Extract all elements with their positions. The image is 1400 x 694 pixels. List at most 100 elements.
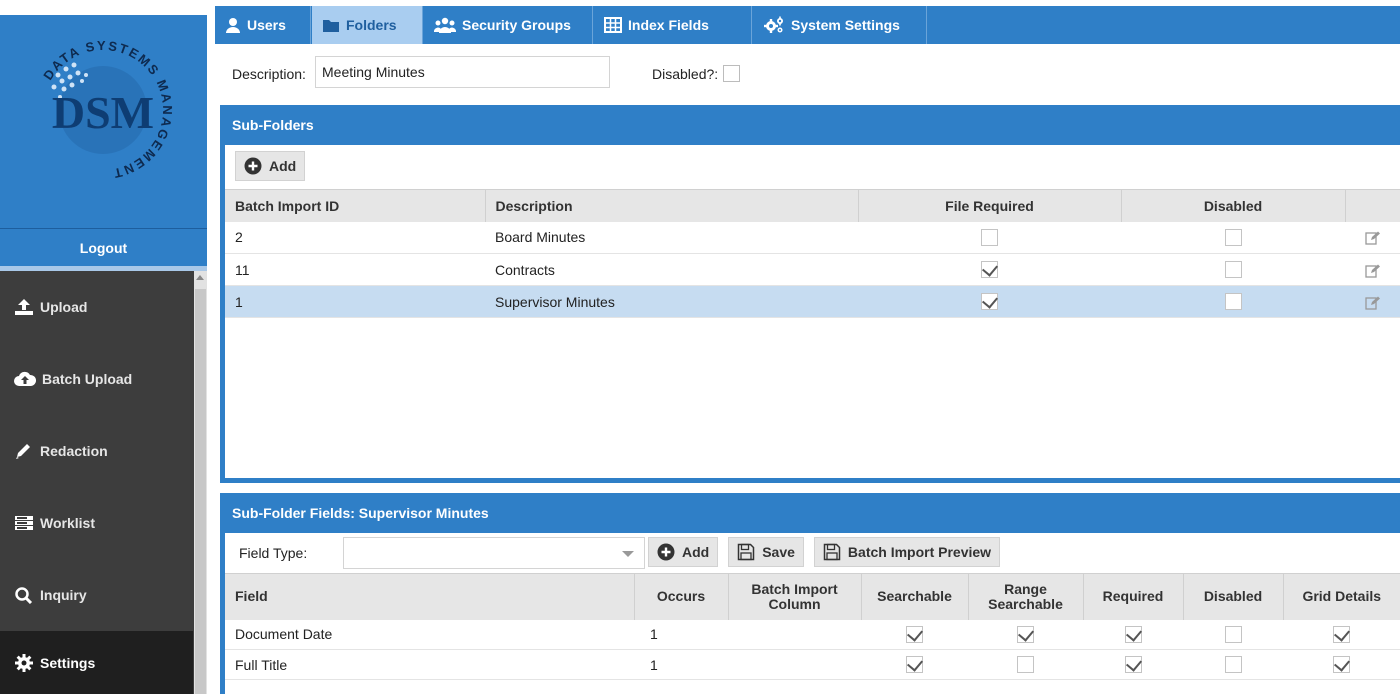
field-type-label: Field Type: — [239, 545, 308, 561]
user-icon — [226, 18, 240, 33]
column-header[interactable]: Disabled — [1121, 189, 1346, 222]
subfolder-fields-panel: Sub-Folder Fields: Supervisor Minutes Fi… — [220, 493, 1400, 694]
field-actions: Add Save Batch Import Preview — [648, 537, 1001, 567]
description-cell: Supervisor Minutes — [485, 285, 858, 318]
logo-letters: DSM — [52, 87, 154, 138]
sidebar-scrollbar[interactable] — [194, 271, 207, 694]
worklist-icon — [15, 516, 33, 530]
column-header-actions — [1345, 189, 1400, 222]
panel-title: Sub-Folders — [220, 105, 1400, 145]
tab-label: Folders — [346, 17, 397, 33]
disabled-checkbox[interactable] — [1224, 261, 1242, 279]
disabled-checkbox[interactable] — [1224, 229, 1242, 247]
column-header[interactable]: Field — [225, 573, 635, 620]
table-row[interactable]: 11 Contracts — [225, 253, 1400, 286]
batch-import-preview-button[interactable]: Batch Import Preview — [813, 537, 1001, 567]
plus-circle-icon — [244, 157, 262, 175]
column-header[interactable]: Grid Details — [1283, 573, 1400, 620]
sidebar-item-redaction[interactable]: Redaction — [0, 415, 193, 487]
occurs-cell: 1 — [634, 649, 728, 680]
group-icon — [434, 17, 456, 33]
save-button[interactable]: Save — [728, 537, 804, 567]
description-cell: Contracts — [485, 253, 858, 286]
plus-circle-icon — [657, 543, 675, 561]
file-required-checkbox[interactable] — [981, 229, 998, 247]
grid-details-checkbox[interactable] — [1333, 656, 1350, 674]
subfolder-fields-table: Field Occurs Batch Import Column Searcha… — [225, 573, 1400, 680]
sidebar-item-worklist[interactable]: Worklist — [0, 487, 193, 559]
sidebar-item-label: Batch Upload — [42, 371, 133, 387]
sidebar-item-label: Settings — [40, 654, 96, 671]
tab-system-settings[interactable]: System Settings — [753, 6, 927, 44]
scroll-up-icon[interactable] — [196, 275, 204, 280]
required-checkbox[interactable] — [1124, 656, 1142, 674]
description-label: Description: — [232, 66, 306, 82]
range-searchable-checkbox[interactable] — [1017, 656, 1034, 674]
upload-icon — [15, 299, 33, 315]
tab-folders[interactable]: Folders — [312, 6, 423, 44]
gear-icon — [15, 653, 33, 672]
button-label: Add — [682, 544, 710, 560]
table-header-row: Batch Import ID Description File Require… — [225, 189, 1400, 222]
sidebar-item-label: Redaction — [40, 443, 108, 459]
field-type-select[interactable] — [343, 537, 645, 569]
grid-details-checkbox[interactable] — [1333, 626, 1350, 644]
disabled-checkbox[interactable] — [723, 65, 740, 82]
field-type-toolbar: Field Type: Add Save Batch Import Previe… — [225, 533, 1400, 573]
tab-security-groups[interactable]: Security Groups — [424, 6, 593, 44]
gears-icon — [764, 16, 783, 33]
add-subfolder-button[interactable]: Add — [235, 151, 306, 181]
edit-icon[interactable] — [1364, 264, 1381, 278]
column-header[interactable]: Description — [485, 189, 859, 222]
sidebar-item-label: Worklist — [40, 515, 95, 531]
tab-index-fields[interactable]: Index Fields — [594, 6, 752, 44]
button-label: Add — [269, 158, 297, 174]
sidebar-item-batch-upload[interactable]: Batch Upload — [0, 343, 193, 415]
occurs-cell: 1 — [634, 619, 728, 650]
disabled-checkbox[interactable] — [1224, 293, 1242, 311]
disabled-checkbox[interactable] — [1224, 626, 1242, 644]
column-header[interactable]: Required — [1083, 573, 1184, 620]
table-row[interactable]: 2 Board Minutes — [225, 221, 1400, 254]
batch-column-cell — [728, 649, 861, 680]
disabled-checkbox[interactable] — [1224, 656, 1242, 674]
sidebar-item-inquiry[interactable]: Inquiry — [0, 559, 193, 631]
column-header[interactable]: Batch Import Column — [728, 573, 862, 620]
description-cell: Board Minutes — [485, 221, 858, 254]
column-header[interactable]: Batch Import ID — [225, 189, 486, 222]
logout-button[interactable]: Logout — [0, 228, 207, 266]
required-checkbox[interactable] — [1124, 626, 1142, 644]
column-header[interactable]: Disabled — [1183, 573, 1284, 620]
edit-icon[interactable] — [1364, 296, 1381, 310]
folder-description-row: Description: Disabled?: — [220, 56, 1400, 92]
sidebar-nav: Upload Batch Upload Redaction Worklist I… — [0, 271, 193, 694]
range-searchable-checkbox[interactable] — [1017, 626, 1034, 644]
disabled-label: Disabled?: — [652, 66, 719, 82]
table-row[interactable]: Document Date 1 — [225, 619, 1400, 650]
logo-area: DSM DATA SYSTEMS MANAGEMENT — [0, 0, 207, 228]
sidebar-item-label: Upload — [40, 299, 88, 315]
scrollbar-thumb[interactable] — [195, 289, 206, 694]
add-field-button[interactable]: Add — [648, 537, 719, 567]
searchable-checkbox[interactable] — [906, 626, 923, 644]
column-header[interactable]: File Required — [858, 189, 1122, 222]
file-required-checkbox[interactable] — [981, 293, 998, 311]
subfolders-table: Batch Import ID Description File Require… — [225, 189, 1400, 318]
column-header[interactable]: Searchable — [861, 573, 969, 620]
table-row-selected[interactable]: 1 Supervisor Minutes — [225, 285, 1400, 318]
tab-strip: Users Folders Security Groups Index Fiel… — [215, 6, 1400, 44]
column-header[interactable]: Range Searchable — [968, 573, 1084, 620]
sidebar-item-upload[interactable]: Upload — [0, 271, 193, 343]
table-row[interactable]: Full Title 1 — [225, 649, 1400, 680]
cloud-upload-icon — [14, 371, 36, 386]
sidebar-item-settings[interactable]: Settings — [0, 631, 193, 694]
searchable-checkbox[interactable] — [906, 656, 923, 674]
edit-icon[interactable] — [1364, 231, 1381, 246]
save-icon — [737, 543, 755, 561]
tab-users[interactable]: Users — [215, 6, 311, 44]
tab-bar: Users Folders Security Groups Index Fiel… — [207, 0, 1400, 44]
tab-label: Index Fields — [628, 17, 709, 33]
file-required-checkbox[interactable] — [981, 261, 998, 279]
description-input[interactable] — [315, 56, 610, 88]
column-header[interactable]: Occurs — [634, 573, 729, 620]
